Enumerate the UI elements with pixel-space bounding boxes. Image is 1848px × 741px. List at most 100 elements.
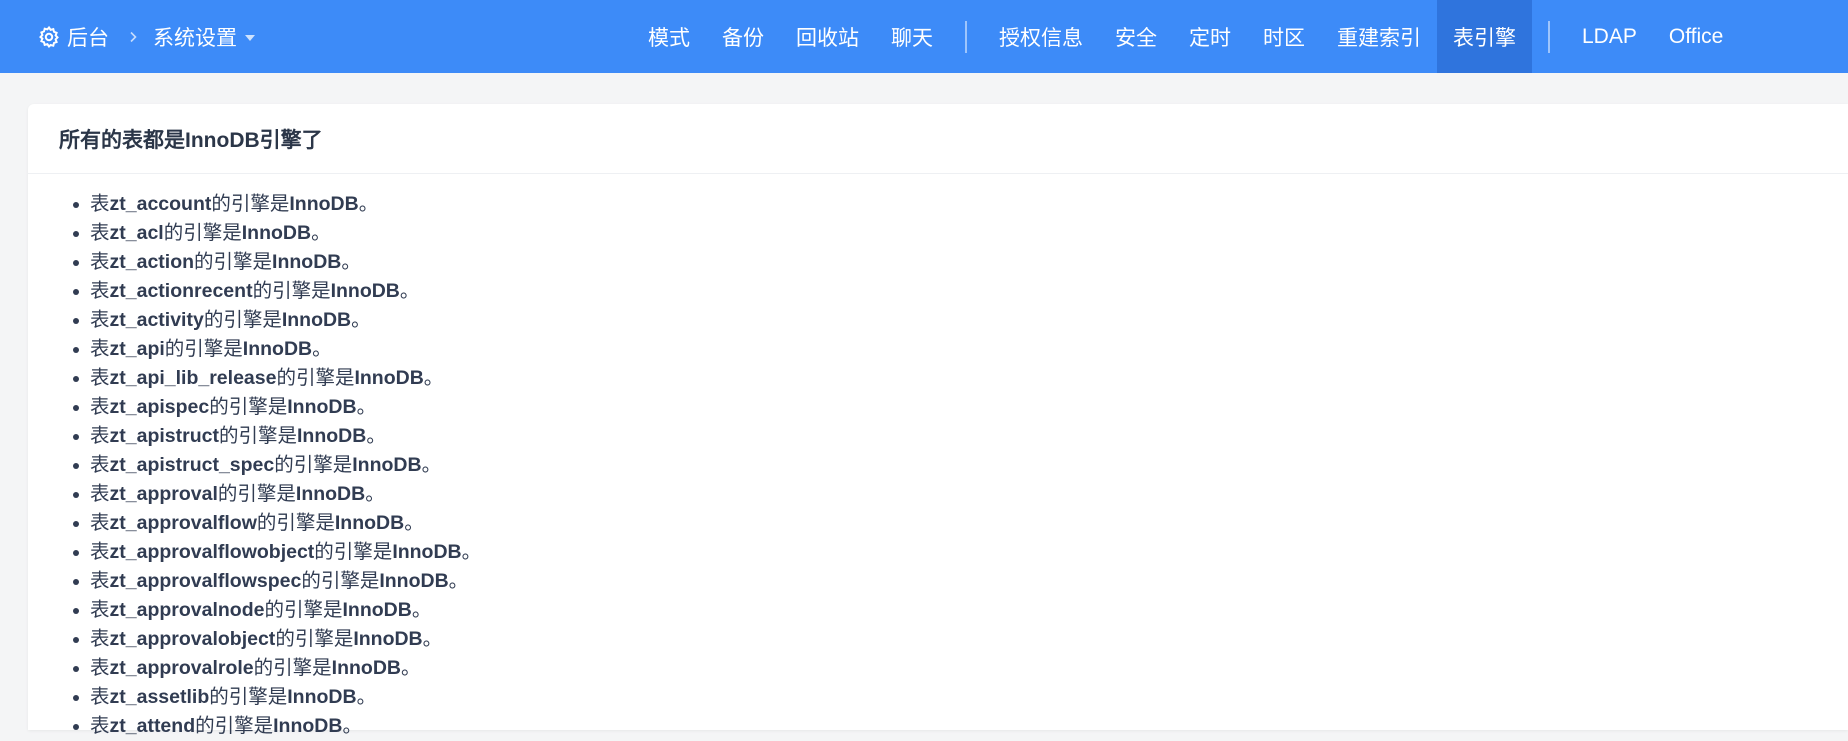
prefix-text: 表 bbox=[90, 686, 110, 708]
prefix-text: 表 bbox=[90, 570, 110, 592]
list-item: 表zt_approvalrole的引擎是InnoDB。 bbox=[73, 654, 1848, 683]
table-name: zt_approvalrole bbox=[109, 657, 254, 679]
list-item: 表zt_approvalflowobject的引擎是InnoDB。 bbox=[73, 538, 1848, 567]
middle-text: 的引擎是 bbox=[163, 222, 242, 244]
middle-text: 的引擎是 bbox=[253, 657, 332, 679]
table-name: zt_api_lib_release bbox=[109, 367, 277, 389]
prefix-text: 表 bbox=[90, 715, 110, 737]
middle-text: 的引擎是 bbox=[209, 686, 288, 708]
list-item: 表zt_acl的引擎是InnoDB。 bbox=[73, 219, 1848, 248]
prefix-text: 表 bbox=[90, 251, 110, 273]
nav-item-5[interactable]: 安全 bbox=[1099, 0, 1173, 73]
breadcrumb: 后台 系统设置 bbox=[37, 0, 255, 73]
gear-icon[interactable] bbox=[37, 25, 61, 49]
nav-divider bbox=[965, 20, 967, 53]
list-item: 表zt_apistruct的引擎是InnoDB。 bbox=[73, 422, 1848, 451]
list-item: 表zt_api的引擎是InnoDB。 bbox=[73, 335, 1848, 364]
list-item: 表zt_account的引擎是InnoDB。 bbox=[73, 190, 1848, 219]
engine-name: InnoDB bbox=[281, 309, 352, 331]
suffix-text: 。 bbox=[421, 454, 442, 476]
suffix-text: 。 bbox=[401, 657, 421, 679]
nav-item-1[interactable]: 备份 bbox=[706, 0, 780, 73]
table-name: zt_apistruct_spec bbox=[109, 454, 275, 476]
engine-name: InnoDB bbox=[273, 715, 343, 737]
engine-name: InnoDB bbox=[241, 222, 312, 244]
suffix-text: 。 bbox=[461, 541, 482, 563]
table-engine-list: 表zt_account的引擎是InnoDB。 表zt_acl的引擎是InnoDB。… bbox=[28, 174, 1848, 741]
middle-text: 的引擎是 bbox=[209, 396, 288, 418]
table-name: zt_approval bbox=[109, 483, 218, 505]
panel-title: 所有的表都是InnoDB引擎了 bbox=[28, 104, 1848, 174]
engine-name: InnoDB bbox=[287, 396, 357, 418]
engine-name: InnoDB bbox=[331, 657, 401, 679]
table-name: zt_activity bbox=[109, 309, 204, 331]
nav-item-11[interactable]: Office bbox=[1653, 0, 1739, 73]
list-item: 表zt_api_lib_release的引擎是InnoDB。 bbox=[73, 364, 1848, 393]
middle-text: 的引擎是 bbox=[276, 367, 355, 389]
middle-text: 的引擎是 bbox=[301, 570, 380, 592]
engine-panel: 所有的表都是InnoDB引擎了 表zt_account的引擎是InnoDB。 表z… bbox=[28, 104, 1848, 737]
list-item: 表zt_activity的引擎是InnoDB。 bbox=[73, 306, 1848, 335]
table-name: zt_approvalobject bbox=[109, 628, 276, 650]
nav-item-6[interactable]: 定时 bbox=[1173, 0, 1247, 73]
table-name: zt_apistruct bbox=[109, 425, 219, 447]
middle-text: 的引擎是 bbox=[203, 309, 282, 331]
engine-name: InnoDB bbox=[392, 541, 462, 563]
list-item: 表zt_approvalflowspec的引擎是InnoDB。 bbox=[73, 567, 1848, 596]
engine-name: InnoDB bbox=[342, 599, 412, 621]
table-name: zt_api bbox=[109, 338, 165, 360]
prefix-text: 表 bbox=[90, 338, 110, 360]
prefix-text: 表 bbox=[90, 483, 110, 505]
engine-name: InnoDB bbox=[379, 570, 449, 592]
prefix-text: 表 bbox=[90, 425, 110, 447]
prefix-text: 表 bbox=[90, 541, 110, 563]
nav-item-3[interactable]: 聊天 bbox=[875, 0, 949, 73]
list-item: 表zt_apistruct_spec的引擎是InnoDB。 bbox=[73, 451, 1848, 480]
nav-item-0[interactable]: 模式 bbox=[632, 0, 706, 73]
nav-item-2[interactable]: 回收站 bbox=[780, 0, 875, 73]
suffix-text: 。 bbox=[365, 483, 385, 505]
list-item: 表zt_actionrecent的引擎是InnoDB。 bbox=[73, 277, 1848, 306]
table-name: zt_account bbox=[109, 193, 212, 215]
list-item: 表zt_approvalflow的引擎是InnoDB。 bbox=[73, 509, 1848, 538]
engine-name: InnoDB bbox=[330, 280, 400, 302]
home-link[interactable]: 后台 bbox=[67, 22, 109, 52]
settings-nav: 模式 备份 回收站 聊天 授权信息 安全 定时 时区 重建索引 表引擎 LDAP Office bbox=[632, 0, 1739, 73]
suffix-text: 。 bbox=[312, 338, 332, 360]
nav-item-10[interactable]: LDAP bbox=[1566, 0, 1653, 73]
table-name: zt_assetlib bbox=[109, 686, 210, 708]
nav-item-7[interactable]: 时区 bbox=[1247, 0, 1321, 73]
prefix-text: 表 bbox=[90, 396, 110, 418]
prefix-text: 表 bbox=[90, 193, 110, 215]
suffix-text: 。 bbox=[404, 512, 424, 534]
suffix-text: 。 bbox=[399, 280, 420, 302]
suffix-text: 。 bbox=[342, 715, 362, 737]
engine-name: InnoDB bbox=[272, 251, 342, 273]
list-item: 表zt_action的引擎是InnoDB。 bbox=[73, 248, 1848, 277]
suffix-text: 。 bbox=[358, 193, 379, 215]
prefix-text: 表 bbox=[90, 628, 110, 650]
prefix-text: 表 bbox=[90, 512, 110, 534]
caret-down-icon[interactable] bbox=[245, 34, 255, 41]
suffix-text: 。 bbox=[351, 309, 371, 331]
list-item: 表zt_approvalobject的引擎是InnoDB。 bbox=[73, 625, 1848, 654]
suffix-text: 。 bbox=[448, 570, 469, 592]
prefix-text: 表 bbox=[90, 309, 110, 331]
nav-item-9[interactable]: 表引擎 bbox=[1437, 0, 1532, 73]
middle-text: 的引擎是 bbox=[274, 454, 353, 476]
nav-item-8[interactable]: 重建索引 bbox=[1321, 0, 1437, 73]
nav-item-4[interactable]: 授权信息 bbox=[983, 0, 1099, 73]
list-item: 表zt_approvalnode的引擎是InnoDB。 bbox=[73, 596, 1848, 625]
engine-name: InnoDB bbox=[334, 512, 405, 534]
engine-name: InnoDB bbox=[353, 628, 423, 650]
middle-text: 的引擎是 bbox=[252, 280, 331, 302]
table-name: zt_approvalflowobject bbox=[109, 541, 315, 563]
prefix-text: 表 bbox=[90, 599, 110, 621]
middle-text: 的引擎是 bbox=[195, 715, 274, 737]
middle-text: 的引擎是 bbox=[314, 541, 393, 563]
table-name: zt_attend bbox=[109, 715, 196, 737]
engine-name: InnoDB bbox=[289, 193, 359, 215]
section-dropdown[interactable]: 系统设置 bbox=[153, 22, 237, 52]
list-item: 表zt_assetlib的引擎是InnoDB。 bbox=[73, 683, 1848, 712]
engine-name: InnoDB bbox=[352, 454, 422, 476]
